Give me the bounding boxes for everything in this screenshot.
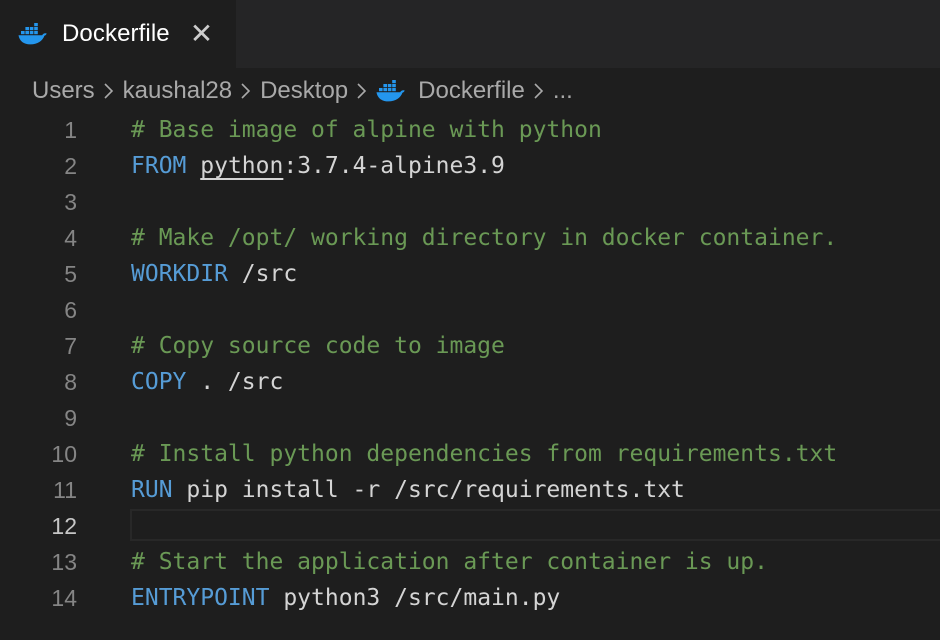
line-number: 13	[51, 549, 77, 575]
code-line[interactable]: 8 COPY . /src	[0, 364, 940, 400]
close-icon[interactable]: ✕	[190, 20, 213, 48]
code-comment: # Install python dependencies from requi…	[131, 441, 838, 467]
line-number: 10	[51, 441, 77, 467]
line-number: 1	[64, 117, 77, 143]
tab-bar: Dockerfile ✕	[0, 0, 940, 68]
tab-label: Dockerfile	[62, 20, 170, 47]
breadcrumb-item-dockerfile[interactable]: Dockerfile	[418, 77, 525, 105]
line-number: 8	[64, 369, 77, 395]
breadcrumb-item-more[interactable]: ...	[553, 77, 573, 105]
line-number: 14	[51, 585, 77, 611]
breadcrumb-item-desktop[interactable]: Desktop	[260, 77, 348, 105]
code-token: python	[200, 153, 284, 179]
code-token: :3.7.4-alpine3.9	[283, 153, 505, 179]
line-number: 5	[64, 261, 77, 287]
line-number: 4	[64, 225, 77, 251]
current-line-highlight	[130, 509, 940, 541]
code-text: ENTRYPOINT python3 /src/main.py	[131, 580, 560, 616]
code-comment: # Base image of alpine with python	[131, 117, 602, 143]
breadcrumb-item-kaushal28[interactable]: kaushal28	[123, 77, 232, 105]
code-text: # Make /opt/ working directory in docker…	[131, 220, 837, 256]
code-keyword: RUN	[131, 477, 173, 503]
breadcrumb: Users kaushal28 Desktop Dockerfile ...	[32, 72, 573, 110]
code-keyword: WORKDIR	[131, 261, 228, 287]
line-number: 11	[53, 477, 77, 503]
docker-whale-icon	[18, 23, 48, 45]
code-line[interactable]: 5 WORKDIR /src	[0, 256, 940, 292]
code-line[interactable]: 2 FROM python:3.7.4-alpine3.9	[0, 148, 940, 184]
code-text: # Copy source code to image	[131, 328, 505, 364]
code-keyword: ENTRYPOINT	[131, 585, 270, 611]
code-line[interactable]: 3	[0, 184, 940, 220]
code-line[interactable]: 1 # Base image of alpine with python	[0, 112, 940, 148]
code-line[interactable]: 12	[0, 508, 940, 544]
code-line[interactable]: 7 # Copy source code to image	[0, 328, 940, 364]
code-text: # Start the application after container …	[131, 544, 768, 580]
code-line[interactable]: 10 # Install python dependencies from req…	[0, 436, 940, 472]
tab-dockerfile[interactable]: Dockerfile ✕	[0, 0, 236, 68]
line-number: 2	[64, 153, 77, 179]
docker-whale-icon	[376, 80, 406, 102]
code-token: /src	[227, 261, 298, 287]
code-editor[interactable]: 1 # Base image of alpine with python 2 FROM…	[0, 112, 940, 640]
chevron-right-icon	[356, 81, 368, 101]
code-text: WORKDIR /src	[131, 256, 297, 292]
line-number: 7	[64, 333, 77, 359]
code-text: # Install python dependencies from requi…	[131, 436, 837, 472]
code-comment: # Make /opt/ working directory in docker…	[131, 225, 838, 251]
code-token: python3 /src/main.py	[269, 585, 561, 611]
code-line[interactable]: 11 RUN pip install -r /src/requirements.t…	[0, 472, 940, 508]
line-number: 12	[51, 513, 77, 539]
code-token: pip install -r /src/requirements.txt	[172, 477, 685, 503]
code-keyword: COPY	[131, 369, 187, 395]
code-text: COPY . /src	[131, 364, 283, 400]
code-line[interactable]: 4 # Make /opt/ working directory in docke…	[0, 220, 940, 256]
chevron-right-icon	[103, 81, 115, 101]
breadcrumb-item-users[interactable]: Users	[32, 77, 95, 105]
code-line[interactable]: 13 # Start the application after containe…	[0, 544, 940, 580]
code-line[interactable]: 14 ENTRYPOINT python3 /src/main.py	[0, 580, 940, 616]
code-text: # Base image of alpine with python	[131, 112, 602, 148]
code-comment: # Copy source code to image	[131, 333, 505, 359]
code-line[interactable]: 6	[0, 292, 940, 328]
chevron-right-icon	[240, 81, 252, 101]
code-text: FROM python:3.7.4-alpine3.9	[131, 148, 505, 184]
code-line[interactable]: 9	[0, 400, 940, 436]
code-keyword: FROM	[131, 153, 187, 179]
chevron-right-icon	[533, 81, 545, 101]
line-number: 9	[64, 405, 77, 431]
code-token: . /src	[186, 369, 284, 395]
code-text: RUN pip install -r /src/requirements.txt	[131, 472, 685, 508]
line-number: 3	[64, 189, 77, 215]
line-number: 6	[64, 297, 77, 323]
code-comment: # Start the application after container …	[131, 549, 768, 575]
